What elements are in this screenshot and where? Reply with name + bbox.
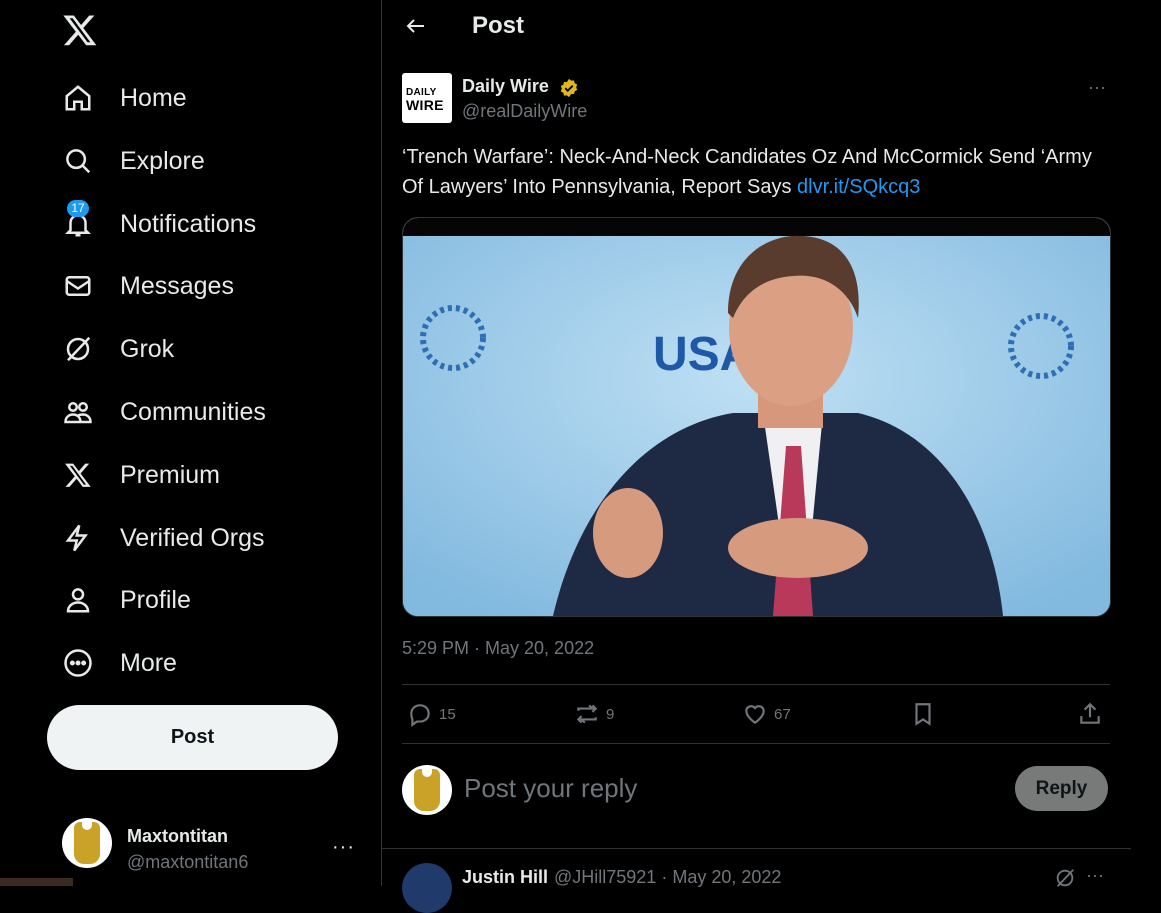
author-name[interactable]: Daily Wire xyxy=(462,76,549,97)
post-link[interactable]: dlvr.it/SQkcq3 xyxy=(797,176,920,198)
heart-icon xyxy=(745,705,765,724)
sidebar-item-home[interactable]: Home xyxy=(48,72,201,124)
repost-count: 9 xyxy=(606,705,615,723)
sidebar-item-messages[interactable]: Messages xyxy=(48,260,248,312)
home-icon xyxy=(62,82,94,114)
reply-submit-button[interactable]: Reply xyxy=(1015,766,1108,811)
notification-badge: 17 xyxy=(67,200,89,217)
header: Post xyxy=(382,0,1131,55)
post-actions: 15 9 67 xyxy=(402,684,1110,744)
sidebar-item-label: Messages xyxy=(120,271,234,300)
taskbar-fragment xyxy=(0,878,73,886)
reply-icon xyxy=(410,704,430,727)
sidebar-item-communities[interactable]: Communities xyxy=(48,386,280,438)
x-logo-icon xyxy=(62,459,94,491)
sidebar-item-profile[interactable]: Profile xyxy=(48,574,205,626)
sidebar-item-premium[interactable]: Premium xyxy=(48,449,234,501)
share-button[interactable] xyxy=(1077,701,1103,727)
like-button[interactable]: 67 xyxy=(742,701,791,727)
repost-button[interactable]: 9 xyxy=(574,701,614,727)
envelope-icon xyxy=(62,270,94,302)
back-arrow-icon[interactable] xyxy=(404,14,428,38)
sidebar-item-label: Explore xyxy=(120,146,205,175)
bell-icon: 17 xyxy=(62,200,94,240)
lightning-icon xyxy=(62,522,94,554)
avatar[interactable]: DAILY WIRE xyxy=(402,73,452,123)
grok-icon xyxy=(62,333,94,365)
page-title: Post xyxy=(472,12,525,39)
reply-author-meta: @JHill75921 · May 20, 2022 xyxy=(554,867,782,887)
reply-item[interactable]: Justin Hill @JHill75921 · May 20, 2022 ·… xyxy=(382,848,1131,913)
author-handle[interactable]: @realDailyWire xyxy=(462,101,587,122)
post-image[interactable]: USA xyxy=(402,217,1111,617)
sidebar: Home Explore 17 Notifications Messages G… xyxy=(0,0,381,886)
sidebar-item-notifications[interactable]: 17 Notifications xyxy=(48,198,270,250)
post-image-graphic: USA xyxy=(403,218,1110,616)
share-icon xyxy=(1080,702,1100,724)
sidebar-item-label: Notifications xyxy=(120,209,257,238)
sidebar-item-grok[interactable]: Grok xyxy=(48,323,188,375)
bookmark-button[interactable] xyxy=(910,701,936,727)
sidebar-item-label: Home xyxy=(120,83,187,112)
post-button[interactable]: Post xyxy=(47,705,338,770)
sidebar-item-verified-orgs[interactable]: Verified Orgs xyxy=(48,512,279,564)
sidebar-item-more[interactable]: More xyxy=(48,637,191,689)
sidebar-item-label: Communities xyxy=(120,397,266,426)
reply-author-name[interactable]: Justin Hill xyxy=(462,867,548,888)
x-logo-icon[interactable] xyxy=(62,12,98,48)
post-text: ‘Trench Warfare’: Neck-And-Neck Candidat… xyxy=(402,146,1092,198)
reply-composer: Post your reply Reply xyxy=(402,765,1110,825)
more-circle-icon xyxy=(62,647,94,679)
account-name: Maxtontitan xyxy=(127,826,228,846)
avatar[interactable] xyxy=(402,863,452,913)
bookmark-icon xyxy=(915,703,931,726)
reply-input[interactable]: Post your reply xyxy=(464,773,637,804)
avatar xyxy=(402,765,452,815)
repost-icon xyxy=(576,704,598,724)
reply-button[interactable]: 15 xyxy=(407,701,456,727)
more-icon[interactable]: ··· xyxy=(1082,77,1112,97)
reply-count: 15 xyxy=(439,705,456,723)
person-icon xyxy=(62,584,94,616)
people-icon xyxy=(62,396,94,428)
sidebar-item-explore[interactable]: Explore xyxy=(48,135,219,187)
sidebar-item-label: Verified Orgs xyxy=(120,523,265,552)
verified-badge-icon[interactable] xyxy=(559,78,579,98)
account-switcher[interactable]: Maxtontitan @maxtontitan6 ··· xyxy=(62,818,362,880)
search-icon xyxy=(62,145,94,177)
main-column: Post DAILY WIRE Daily Wire @realDailyWir… xyxy=(381,0,1132,913)
right-gutter xyxy=(1131,0,1161,886)
more-icon[interactable]: ··· xyxy=(332,836,355,859)
like-count: 67 xyxy=(774,705,791,723)
sidebar-item-label: Grok xyxy=(120,334,175,363)
post-author: DAILY WIRE Daily Wire @realDailyWire ··· xyxy=(402,73,1112,125)
sidebar-item-label: Premium xyxy=(120,460,221,489)
sidebar-item-label: More xyxy=(120,648,177,677)
post-timestamp[interactable]: 5:29 PM · May 20, 2022 xyxy=(402,638,594,659)
account-handle: @maxtontitan6 xyxy=(127,852,249,872)
more-icon[interactable]: ··· xyxy=(1086,865,1104,886)
sidebar-item-label: Profile xyxy=(120,585,191,614)
avatar xyxy=(62,818,112,868)
